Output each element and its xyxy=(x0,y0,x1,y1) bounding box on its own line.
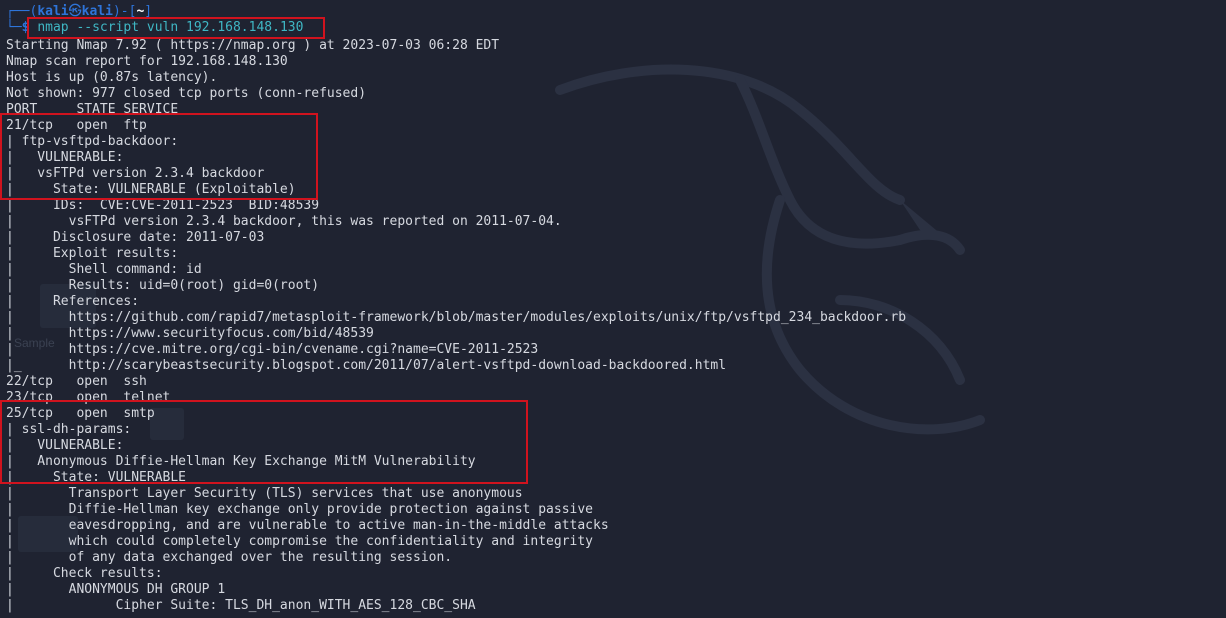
output-line: 22/tcp open ssh xyxy=(6,374,147,389)
output-line: | VULNERABLE: xyxy=(6,150,124,165)
output-line: | IDs: CVE:CVE-2011-2523 BID:48539 xyxy=(6,198,320,213)
prompt-line-top: ┌──(kali㉿kali)-[~] xyxy=(6,4,152,20)
command-text[interactable]: nmap --script vuln 192.168.148.130 xyxy=(37,20,303,35)
terminal-output: Starting Nmap 7.92 ( https://nmap.org ) … xyxy=(6,38,906,614)
prompt-corner-bottom: └─ xyxy=(6,20,22,35)
output-line: | of any data exchanged over the resulti… xyxy=(6,550,453,565)
output-line: | https://cve.mitre.org/cgi-bin/cvename.… xyxy=(6,342,539,357)
output-line: | State: VULNERABLE xyxy=(6,470,187,485)
prompt-at-symbol: ㉿ xyxy=(68,4,82,19)
prompt-host: kali xyxy=(81,4,113,19)
output-line: Starting Nmap 7.92 ( https://nmap.org ) … xyxy=(6,38,500,53)
output-line: |_ http://scarybeastsecurity.blogspot.co… xyxy=(6,358,727,373)
output-line: | Anonymous Diffie-Hellman Key Exchange … xyxy=(6,454,476,469)
output-line: 25/tcp open smtp xyxy=(6,406,155,421)
prompt-corner: ┌──( xyxy=(6,4,38,19)
prompt-path-close: ] xyxy=(144,4,153,19)
output-line: | Diffie-Hellman key exchange only provi… xyxy=(6,502,593,517)
output-line: | Shell command: id xyxy=(6,262,202,277)
prompt-user: kali xyxy=(37,4,69,19)
output-line: | Transport Layer Security (TLS) service… xyxy=(6,486,523,501)
prompt-dollar: $ xyxy=(21,20,30,35)
output-line: Host is up (0.87s latency). xyxy=(6,70,218,85)
output-line: | https://www.securityfocus.com/bid/4853… xyxy=(6,326,374,341)
terminal-window[interactable]: Sample ┌──(kali㉿kali)-[~] └─$ nmap --scr… xyxy=(0,0,1226,618)
output-line: | Disclosure date: 2011-07-03 xyxy=(6,230,265,245)
output-line: 21/tcp open ftp xyxy=(6,118,147,133)
output-line: Nmap scan report for 192.168.148.130 xyxy=(6,54,288,69)
output-line: | Check results: xyxy=(6,566,163,581)
output-line: | Cipher Suite: TLS_DH_anon_WITH_AES_128… xyxy=(6,598,476,613)
output-line: 23/tcp open telnet xyxy=(6,390,171,405)
output-line: | ssl-dh-params: xyxy=(6,422,132,437)
output-line: | eavesdropping, and are vulnerable to a… xyxy=(6,518,609,533)
output-line: | References: xyxy=(6,294,140,309)
output-line: | vsFTPd version 2.3.4 backdoor, this wa… xyxy=(6,214,562,229)
output-line: | https://github.com/rapid7/metasploit-f… xyxy=(6,310,907,325)
output-line: | State: VULNERABLE (Exploitable) xyxy=(6,182,296,197)
output-line: PORT STATE SERVICE xyxy=(6,102,179,117)
output-line: | vsFTPd version 2.3.4 backdoor xyxy=(6,166,265,181)
prompt-line-bottom[interactable]: └─$ nmap --script vuln 192.168.148.130 xyxy=(6,20,303,36)
output-line: | which could completely compromise the … xyxy=(6,534,593,549)
output-line: | ANONYMOUS DH GROUP 1 xyxy=(6,582,226,597)
output-line: Not shown: 977 closed tcp ports (conn-re… xyxy=(6,86,367,101)
output-line: | Exploit results: xyxy=(6,246,179,261)
output-line: | ftp-vsftpd-backdoor: xyxy=(6,134,179,149)
output-line: | Results: uid=0(root) gid=0(root) xyxy=(6,278,320,293)
prompt-path-open: )-[ xyxy=(112,4,137,19)
output-line: | VULNERABLE: xyxy=(6,438,124,453)
